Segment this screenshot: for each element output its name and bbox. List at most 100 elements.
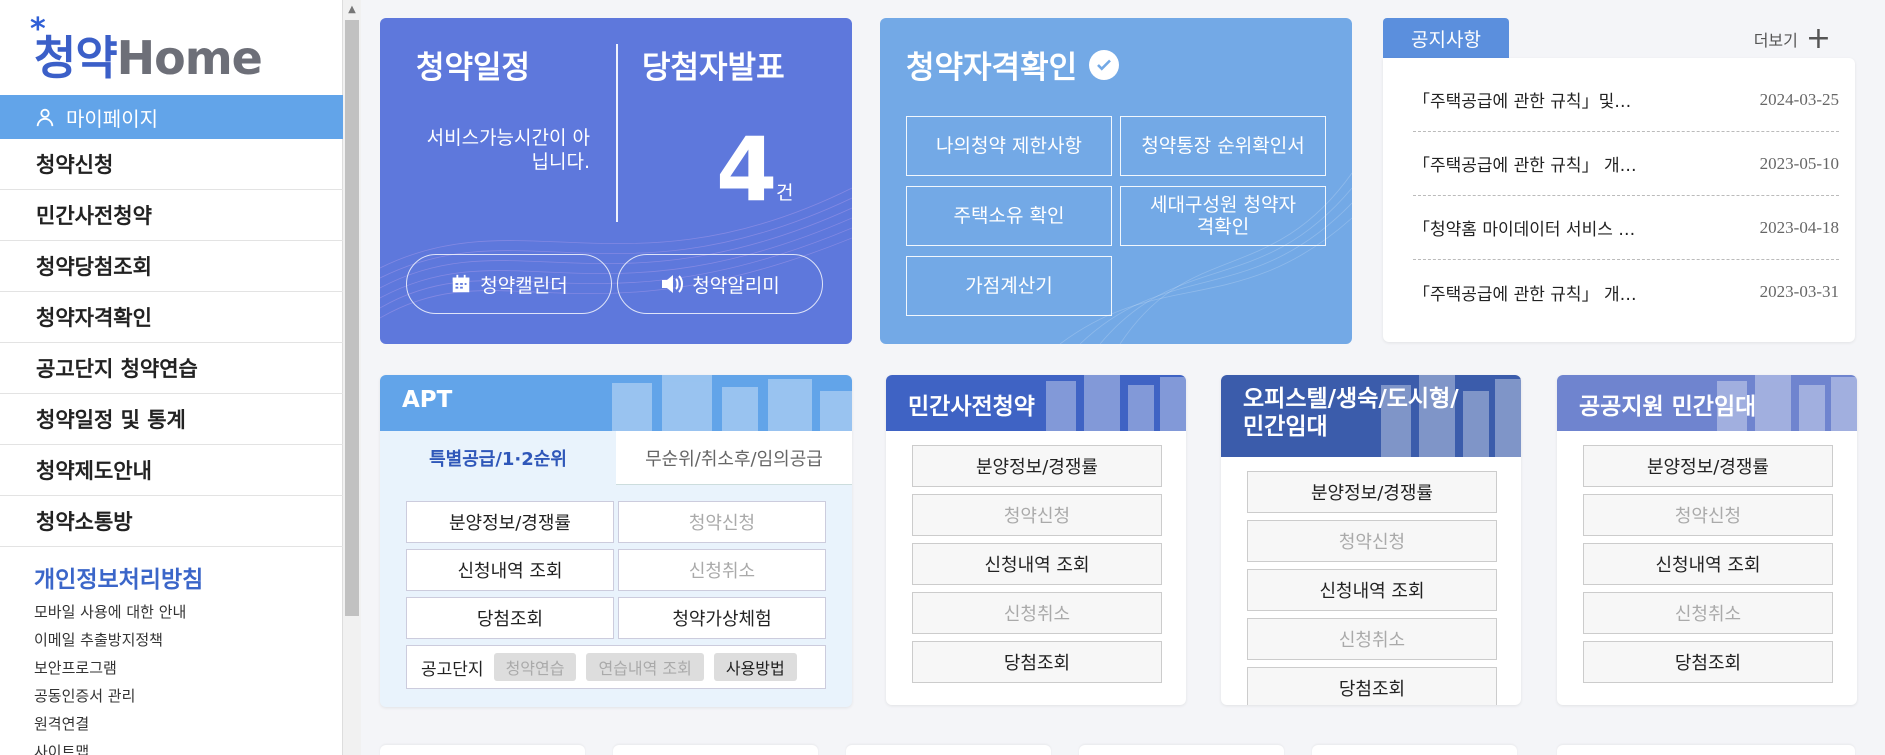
footer-links: 모바일 사용에 대한 안내 이메일 추출방지정책 보안프로그램 공동인증서 관리… xyxy=(34,598,186,755)
pre-sale-title: 민간사전청약 xyxy=(908,394,1035,420)
notice-title[interactable]: 「주택공급에 관한 규칙」및… xyxy=(1413,87,1631,112)
apt-apply-button[interactable]: 청약신청 xyxy=(618,501,826,543)
scrollbar[interactable]: ▲ xyxy=(343,0,361,755)
sidebar-item-winner-lookup[interactable]: 청약당첨조회 xyxy=(0,241,343,292)
household-qualification-button[interactable]: 세대구성원 청약자격확인 xyxy=(1120,186,1326,246)
public-rental-cancel-button[interactable]: 신청취소 xyxy=(1583,592,1833,634)
sidebar-item-qualification[interactable]: 청약자격확인 xyxy=(0,292,343,343)
sidebar-item-community[interactable]: 청약소통방 xyxy=(0,496,343,547)
officetel-apply-button[interactable]: 청약신청 xyxy=(1247,520,1497,562)
bottom-card[interactable] xyxy=(1557,745,1855,755)
pre-sale-cancel-button[interactable]: 신청취소 xyxy=(912,592,1162,634)
building-decoration xyxy=(1046,375,1186,431)
my-restrictions-button[interactable]: 나의청약 제한사항 xyxy=(906,116,1112,176)
winner-count[interactable]: 4 xyxy=(716,126,777,214)
points-calculator-button[interactable]: 가점계산기 xyxy=(906,256,1112,316)
tab-unranked-supply[interactable]: 무순위/취소후/임의공급 xyxy=(616,431,852,485)
plus-icon: + xyxy=(1805,21,1831,56)
sidebar-item-practice[interactable]: 공고단지 청약연습 xyxy=(0,343,343,394)
pre-sale-header: 민간사전청약 xyxy=(886,375,1186,431)
public-rental-history-button[interactable]: 신청내역 조회 xyxy=(1583,543,1833,585)
apt-sale-info-button[interactable]: 분양정보/경쟁률 xyxy=(406,501,614,543)
officetel-panel: 오피스텔/생숙/도시형/ 민간임대 분양정보/경쟁률 청약신청 신청내역 조회 … xyxy=(1221,375,1521,705)
apt-tabs: 특별공급/1·2순위 무순위/취소후/임의공급 xyxy=(380,431,852,485)
qualification-title-text: 청약자격확인 xyxy=(906,50,1078,86)
notice-date: 2023-03-31 xyxy=(1759,282,1839,301)
divider xyxy=(616,44,618,222)
public-rental-winner-button[interactable]: 당첨조회 xyxy=(1583,641,1833,683)
mypage-button[interactable]: 마이페이지 xyxy=(0,95,343,139)
schedule-title[interactable]: 청약일정 xyxy=(416,42,530,87)
link-sitemap[interactable]: 사이트맵 xyxy=(34,738,186,755)
calendar-button[interactable]: 청약캘린더 xyxy=(406,254,612,314)
notice-date: 2024-03-25 xyxy=(1759,89,1839,109)
house-ownership-button[interactable]: 주택소유 확인 xyxy=(906,186,1112,246)
officetel-winner-button[interactable]: 당첨조회 xyxy=(1247,667,1497,705)
apt-winner-button[interactable]: 당첨조회 xyxy=(406,597,614,639)
sidebar-item-system-guide[interactable]: 청약제도안내 xyxy=(0,445,343,496)
public-rental-panel: 공공지원 민간임대 분양정보/경쟁률 청약신청 신청내역 조회 신청취소 당첨조… xyxy=(1557,375,1857,705)
alarm-button[interactable]: 청약알리미 xyxy=(617,254,823,314)
list-item[interactable]: 「주택공급에 관한 규칙」및… 2024-03-25 xyxy=(1413,68,1839,132)
link-security-program[interactable]: 보안프로그램 xyxy=(34,654,186,682)
sidebar-menu: 청약신청 민간사전청약 청약당첨조회 청약자격확인 공고단지 청약연습 청약일정… xyxy=(0,139,343,547)
link-email-policy[interactable]: 이메일 추출방지정책 xyxy=(34,626,186,654)
pre-sale-history-button[interactable]: 신청내역 조회 xyxy=(912,543,1162,585)
bottom-card[interactable] xyxy=(1079,745,1284,755)
scroll-up-arrow-icon[interactable]: ▲ xyxy=(343,0,361,18)
public-rental-header: 공공지원 민간임대 xyxy=(1557,375,1857,431)
more-label: 더보기 xyxy=(1753,31,1798,50)
how-to-use-button[interactable]: 사용방법 xyxy=(713,653,797,681)
list-item[interactable]: 「주택공급에 관한 규칙」 개… 2023-03-31 xyxy=(1413,260,1839,324)
bottom-card[interactable] xyxy=(846,745,1051,755)
speaker-icon xyxy=(662,275,684,293)
notice-tab[interactable]: 공지사항 xyxy=(1383,18,1509,58)
site-logo[interactable]: * 청약Home xyxy=(30,12,263,85)
rank-certificate-button[interactable]: 청약통장 순위확인서 xyxy=(1120,116,1326,176)
scroll-thumb[interactable] xyxy=(345,20,359,616)
notice-section: 공지사항 더보기 + 「주택공급에 관한 규칙」및… 2024-03-25 「주… xyxy=(1383,18,1855,342)
list-item[interactable]: 「주택공급에 관한 규칙」 개… 2023-05-10 xyxy=(1413,132,1839,196)
person-icon xyxy=(36,108,54,127)
notice-list: 「주택공급에 관한 규칙」및… 2024-03-25 「주택공급에 관한 규칙」… xyxy=(1383,58,1855,342)
pre-sale-apply-button[interactable]: 청약신청 xyxy=(912,494,1162,536)
public-rental-apply-button[interactable]: 청약신청 xyxy=(1583,494,1833,536)
service-unavailable-message: 서비스가능시간이 아닙니다. xyxy=(426,127,590,173)
officetel-cancel-button[interactable]: 신청취소 xyxy=(1247,618,1497,660)
privacy-policy-link[interactable]: 개인정보처리방침 xyxy=(34,560,203,594)
bottom-card[interactable] xyxy=(1312,745,1517,755)
tab-special-supply[interactable]: 특별공급/1·2순위 xyxy=(380,431,616,485)
notice-title[interactable]: 「주택공급에 관한 규칙」 개… xyxy=(1413,151,1637,176)
sidebar-item-pre-sale[interactable]: 민간사전청약 xyxy=(0,190,343,241)
link-remote[interactable]: 원격연결 xyxy=(34,710,186,738)
building-decoration xyxy=(612,375,852,431)
pre-sale-info-button[interactable]: 분양정보/경쟁률 xyxy=(912,445,1162,487)
mypage-label: 마이페이지 xyxy=(66,106,158,131)
officetel-title-line2: 민간임대 xyxy=(1243,414,1328,440)
apt-header: APT xyxy=(380,375,852,431)
practice-history-button[interactable]: 연습내역 조회 xyxy=(586,653,704,681)
link-mobile-guide[interactable]: 모바일 사용에 대한 안내 xyxy=(34,598,186,626)
public-rental-title: 공공지원 민간임대 xyxy=(1579,394,1757,420)
apt-cancel-button[interactable]: 신청취소 xyxy=(618,549,826,591)
officetel-history-button[interactable]: 신청내역 조회 xyxy=(1247,569,1497,611)
winner-count-unit: 건 xyxy=(776,182,794,204)
notice-title[interactable]: 「청약홈 마이데이터 서비스 … xyxy=(1413,215,1635,240)
apt-virtual-experience-button[interactable]: 청약가상체험 xyxy=(618,597,826,639)
officetel-title-line1: 오피스텔/생숙/도시형/ xyxy=(1243,386,1459,412)
link-certificate[interactable]: 공동인증서 관리 xyxy=(34,682,186,710)
bottom-card[interactable] xyxy=(380,745,585,755)
sidebar-item-schedule-stats[interactable]: 청약일정 및 통계 xyxy=(0,394,343,445)
sidebar-item-apply[interactable]: 청약신청 xyxy=(0,139,343,190)
calendar-button-label: 청약캘린더 xyxy=(480,274,568,297)
notice-title[interactable]: 「주택공급에 관한 규칙」 개… xyxy=(1413,280,1637,305)
winner-title[interactable]: 당첨자발표 xyxy=(642,42,785,87)
public-rental-info-button[interactable]: 분양정보/경쟁률 xyxy=(1583,445,1833,487)
list-item[interactable]: 「청약홈 마이데이터 서비스 … 2023-04-18 xyxy=(1413,196,1839,260)
bottom-card[interactable] xyxy=(613,745,818,755)
more-link[interactable]: 더보기 + xyxy=(1754,24,1831,54)
officetel-info-button[interactable]: 분양정보/경쟁률 xyxy=(1247,471,1497,513)
practice-button[interactable]: 청약연습 xyxy=(493,653,577,681)
apt-history-button[interactable]: 신청내역 조회 xyxy=(406,549,614,591)
pre-sale-winner-button[interactable]: 당첨조회 xyxy=(912,641,1162,683)
